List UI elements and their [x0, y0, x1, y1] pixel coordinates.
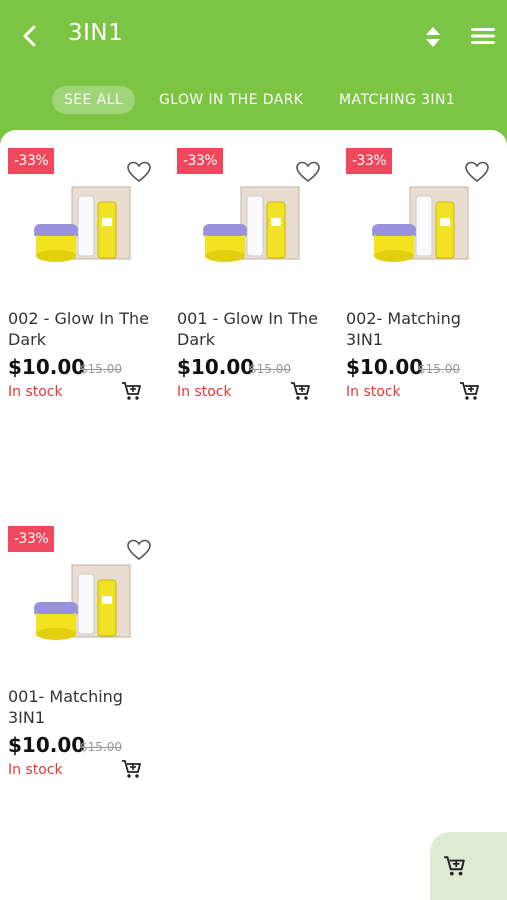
- heart-icon: [296, 161, 320, 183]
- product-price: $10.00: [8, 733, 86, 757]
- tab-see-all[interactable]: SEE ALL: [52, 86, 136, 114]
- favorite-button[interactable]: [126, 160, 152, 184]
- heart-icon: [465, 161, 489, 183]
- app-screen: 3IN1 SEE ALL GLOW IN THE DARK MATCHING 3…: [0, 0, 507, 900]
- page-title: 3IN1: [68, 20, 124, 46]
- heart-icon: [127, 161, 151, 183]
- back-button[interactable]: [14, 20, 46, 52]
- product-card[interactable]: -33% 001- Matching 3IN1 $10.00 $15.00 In…: [8, 508, 168, 778]
- original-price: $15.00: [249, 362, 291, 376]
- heart-icon: [127, 539, 151, 561]
- product-name[interactable]: 001- Matching 3IN1: [8, 686, 168, 728]
- category-tabs: SEE ALL GLOW IN THE DARK MATCHING 3IN1: [0, 86, 507, 114]
- chevron-left-icon: [23, 25, 36, 47]
- product-image[interactable]: [34, 182, 134, 272]
- menu-button[interactable]: [470, 24, 496, 48]
- sort-button[interactable]: [422, 24, 444, 50]
- original-price: $15.00: [80, 740, 122, 754]
- add-to-cart-icon: [122, 382, 141, 400]
- product-image[interactable]: [372, 182, 472, 272]
- add-to-cart-button[interactable]: [120, 758, 142, 780]
- add-to-cart-icon: [122, 760, 141, 778]
- product-price: $10.00: [8, 355, 86, 379]
- discount-badge: -33%: [8, 148, 55, 174]
- floating-cart-button[interactable]: [430, 832, 507, 900]
- product-price: $10.00: [346, 355, 424, 379]
- product-price: $10.00: [177, 355, 255, 379]
- add-to-cart-icon: [444, 856, 465, 876]
- product-card[interactable]: -33% 002 - Glow In The Dark $10.00 $15.0…: [8, 130, 168, 400]
- tab-matching-3in1[interactable]: MATCHING 3IN1: [339, 86, 455, 114]
- product-card[interactable]: -33% 001 - Glow In The Dark $10.00 $15.0…: [177, 130, 337, 400]
- product-card[interactable]: -33% 002- Matching 3IN1 $10.00 $15.00 In…: [346, 130, 506, 400]
- original-price: $15.00: [80, 362, 122, 376]
- favorite-button[interactable]: [464, 160, 490, 184]
- stock-status: In stock: [8, 762, 63, 778]
- sort-icon: [426, 27, 440, 47]
- add-to-cart-button[interactable]: [120, 380, 142, 402]
- hamburger-menu-icon: [471, 28, 495, 44]
- favorite-button[interactable]: [295, 160, 321, 184]
- add-to-cart-icon: [291, 382, 310, 400]
- stock-status: In stock: [177, 384, 232, 400]
- discount-badge: -33%: [177, 148, 224, 174]
- product-name[interactable]: 001 - Glow In The Dark: [177, 308, 337, 350]
- product-name[interactable]: 002 - Glow In The Dark: [8, 308, 168, 350]
- product-image[interactable]: [34, 560, 134, 650]
- add-to-cart-button[interactable]: [289, 380, 311, 402]
- original-price: $15.00: [418, 362, 460, 376]
- discount-badge: -33%: [8, 526, 55, 552]
- tab-glow-in-the-dark[interactable]: GLOW IN THE DARK: [159, 86, 303, 114]
- stock-status: In stock: [346, 384, 401, 400]
- discount-badge: -33%: [346, 148, 393, 174]
- add-to-cart-icon: [460, 382, 479, 400]
- stock-status: In stock: [8, 384, 63, 400]
- favorite-button[interactable]: [126, 538, 152, 562]
- top-bar: 3IN1: [0, 0, 507, 72]
- product-name[interactable]: 002- Matching 3IN1: [346, 308, 506, 350]
- add-to-cart-button[interactable]: [458, 380, 480, 402]
- product-image[interactable]: [203, 182, 303, 272]
- product-grid: -33% 002 - Glow In The Dark $10.00 $15.0…: [0, 130, 507, 900]
